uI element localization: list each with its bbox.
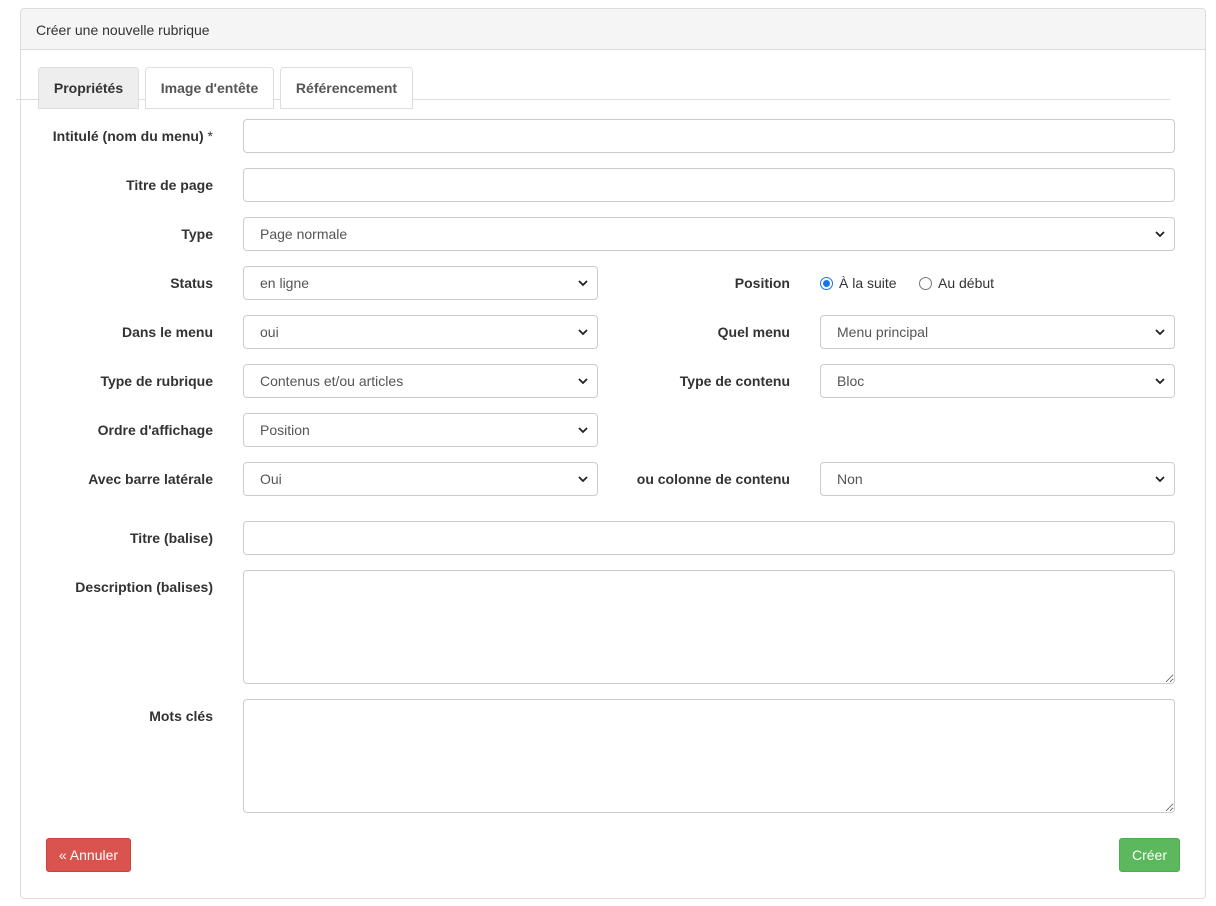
chevron-down-icon	[578, 280, 588, 287]
quel-menu-label: Quel menu	[717, 324, 790, 340]
status-select-value: en ligne	[260, 275, 310, 291]
titre-page-label: Titre de page	[126, 177, 213, 193]
colonne-contenu-select-value: Non	[837, 471, 863, 487]
type-label: Type	[181, 226, 213, 242]
ordre-affichage-select-value: Position	[260, 422, 310, 438]
ordre-affichage-select[interactable]: Position	[243, 413, 598, 447]
type-select-value: Page normale	[260, 226, 348, 242]
type-contenu-select[interactable]: Bloc	[820, 364, 1175, 398]
required-mark: *	[207, 128, 213, 144]
panel-title: Créer une nouvelle rubrique	[21, 9, 1205, 50]
mots-cles-label: Mots clés	[149, 708, 213, 724]
intitule-label-text: Intitulé (nom du menu)	[52, 128, 204, 144]
mots-cles-textarea[interactable]	[243, 699, 1175, 813]
radio-checked-icon[interactable]	[820, 276, 833, 290]
dans-menu-label: Dans le menu	[121, 324, 213, 340]
quel-menu-select-value: Menu principal	[837, 324, 929, 340]
chevron-down-icon	[578, 427, 588, 434]
position-option-label: Au début	[938, 275, 995, 291]
barre-laterale-select-value: Oui	[260, 471, 282, 487]
description-balises-textarea[interactable]	[243, 570, 1175, 684]
type-rubrique-label: Type de rubrique	[100, 373, 213, 389]
chevron-down-icon	[1155, 329, 1165, 336]
ordre-affichage-label: Ordre d'affichage	[97, 422, 213, 438]
chevron-down-icon	[578, 378, 588, 385]
titre-balise-input[interactable]	[243, 521, 1175, 555]
type-select[interactable]: Page normale	[243, 217, 1175, 251]
colonne-contenu-label: ou colonne de contenu	[636, 471, 790, 487]
position-radio-a-la-suite[interactable]: À la suite	[820, 275, 897, 291]
dans-menu-select-value: oui	[260, 324, 279, 340]
type-contenu-select-value: Bloc	[837, 373, 865, 389]
cancel-button[interactable]: « Annuler	[46, 838, 131, 872]
chevron-down-icon	[578, 476, 588, 483]
position-radio-au-debut[interactable]: Au début	[919, 275, 994, 291]
colonne-contenu-select[interactable]: Non	[820, 462, 1175, 496]
chevron-down-icon	[1155, 378, 1165, 385]
position-label: Position	[734, 275, 790, 291]
chevron-down-icon	[1155, 476, 1165, 483]
type-rubrique-select[interactable]: Contenus et/ou articles	[243, 364, 598, 398]
description-balises-label: Description (balises)	[75, 579, 213, 595]
titre-balise-label: Titre (balise)	[130, 530, 213, 546]
radio-unchecked-icon[interactable]	[919, 276, 932, 290]
chevron-down-icon	[1155, 231, 1165, 238]
dans-menu-select[interactable]: oui	[243, 315, 598, 349]
type-rubrique-select-value: Contenus et/ou articles	[260, 373, 404, 389]
barre-laterale-select[interactable]: Oui	[243, 462, 598, 496]
titre-page-input[interactable]	[243, 168, 1175, 202]
tab-proprietes[interactable]: Propriétés	[38, 67, 139, 109]
status-select[interactable]: en ligne	[243, 266, 598, 300]
barre-laterale-label: Avec barre latérale	[88, 471, 213, 487]
quel-menu-select[interactable]: Menu principal	[820, 315, 1175, 349]
position-option-label: À la suite	[839, 275, 897, 291]
intitule-label: Intitulé (nom du menu) *	[53, 128, 213, 144]
intitule-input[interactable]	[243, 119, 1175, 153]
type-contenu-label: Type de contenu	[679, 373, 790, 389]
status-label: Status	[170, 275, 213, 291]
tab-referencement[interactable]: Référencement	[280, 67, 413, 109]
create-button[interactable]: Créer	[1119, 838, 1180, 872]
tab-image-entete[interactable]: Image d'entête	[145, 67, 274, 109]
chevron-down-icon	[578, 329, 588, 336]
